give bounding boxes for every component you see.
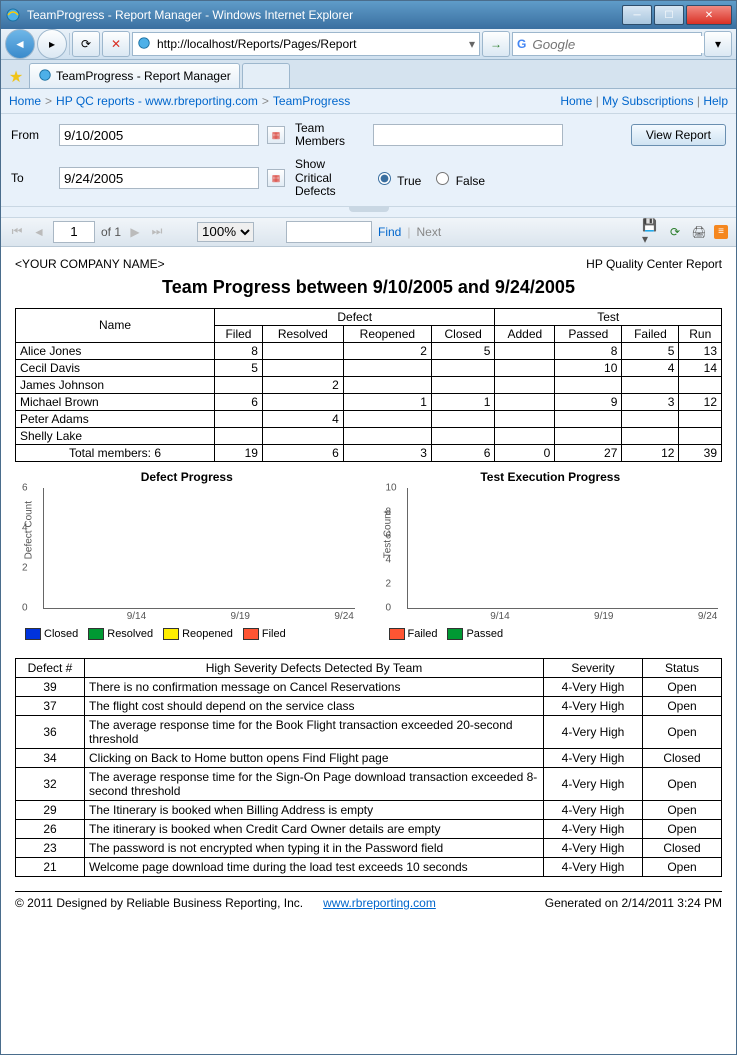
google-icon: G (517, 37, 526, 51)
table-row: 32The average response time for the Sign… (16, 768, 722, 801)
next-page-button[interactable]: ▶ (127, 224, 143, 240)
defects-table: Defect # High Severity Defects Detected … (15, 658, 722, 877)
prev-page-button[interactable]: ◄ (31, 224, 47, 240)
tab-title: TeamProgress - Report Manager (56, 69, 231, 83)
search-input[interactable] (530, 36, 713, 53)
url-input[interactable] (155, 36, 465, 52)
table-row: James Johnson2 (16, 376, 722, 393)
from-label: From (11, 128, 51, 142)
report-footer: © 2011 Designed by Reliable Business Rep… (15, 891, 722, 910)
window-title: TeamProgress - Report Manager - Windows … (27, 8, 622, 22)
window-titlebar: TeamProgress - Report Manager - Windows … (1, 1, 736, 29)
link-subscriptions[interactable]: My Subscriptions (602, 94, 693, 108)
maximize-button[interactable]: ☐ (654, 5, 684, 25)
tab-bar: ★ TeamProgress - Report Manager (1, 60, 736, 89)
browser-navbar: ◄ ▸ ⟳ ✕ ▾ → G ▾ (1, 29, 736, 60)
page-input[interactable] (53, 221, 95, 243)
go-button[interactable]: → (482, 31, 510, 57)
crit-radios: True False (373, 169, 563, 188)
radio-true[interactable] (378, 172, 391, 185)
refresh-icon[interactable]: ⟳ (666, 223, 684, 241)
table-row: Alice Jones8258513 (16, 342, 722, 359)
stop-button[interactable]: ✕ (102, 31, 130, 57)
search-dropdown[interactable]: ▾ (704, 31, 732, 57)
parameter-panel: From ▦ Team Members View Report To ▦ Sho… (1, 114, 736, 207)
address-bar[interactable]: ▾ (132, 32, 480, 56)
view-report-button[interactable]: View Report (631, 124, 726, 146)
radio-false[interactable] (436, 172, 449, 185)
dropdown-icon[interactable]: ▾ (469, 37, 475, 51)
table-row: 36The average response time for the Book… (16, 716, 722, 749)
col-test: Test (495, 308, 722, 325)
from-input[interactable] (59, 124, 259, 146)
totals-label: Total members: 6 (16, 444, 215, 461)
last-page-button[interactable]: ⏭ (149, 224, 165, 240)
to-input[interactable] (59, 167, 259, 189)
table-row: 21Welcome page download time during the … (16, 858, 722, 877)
defect-chart: Defect Progress Defect Count 0246 9/149/… (15, 470, 359, 640)
col-name: Name (16, 308, 215, 342)
ie-tab-icon (38, 68, 52, 85)
crumb-last: TeamProgress (273, 94, 350, 108)
crit-label: Show Critical Defects (295, 158, 365, 198)
report-source: HP Quality Center Report (586, 257, 722, 271)
table-row: 23The password is not encrypted when typ… (16, 839, 722, 858)
export-icon[interactable]: 💾▾ (642, 223, 660, 241)
report-title: Team Progress between 9/10/2005 and 9/24… (15, 277, 722, 298)
col-defect: Defect (215, 308, 495, 325)
calendar-icon[interactable]: ▦ (267, 126, 285, 144)
report-body: <YOUR COMPANY NAME> HP Quality Center Re… (1, 247, 736, 1054)
table-row: 29The Itinerary is booked when Billing A… (16, 801, 722, 820)
favorites-icon[interactable]: ★ (5, 66, 27, 88)
table-row: 39There is no confirmation message on Ca… (16, 678, 722, 697)
footer-link[interactable]: www.rbreporting.com (323, 896, 436, 910)
tab-active[interactable]: TeamProgress - Report Manager (29, 63, 240, 88)
zoom-select[interactable]: 100% (197, 222, 254, 242)
minimize-button[interactable]: ─ (622, 5, 652, 25)
ie-page-icon (137, 36, 151, 53)
first-page-button[interactable]: ⏮ (9, 224, 25, 240)
calendar-icon[interactable]: ▦ (267, 169, 285, 187)
forward-button[interactable]: ▸ (37, 29, 67, 59)
table-row: 26The itinerary is booked when Credit Ca… (16, 820, 722, 839)
link-home[interactable]: Home (560, 94, 592, 108)
new-tab-button[interactable] (242, 63, 290, 88)
test-chart: Test Execution Progress Test Count 02468… (379, 470, 723, 640)
collapse-handle[interactable] (1, 207, 736, 218)
table-row: 34Clicking on Back to Home button opens … (16, 749, 722, 768)
close-button[interactable]: ✕ (686, 5, 732, 25)
link-help[interactable]: Help (703, 94, 728, 108)
next-link[interactable]: Next (416, 225, 441, 239)
print-icon[interactable]: 🖨 (690, 223, 708, 241)
progress-table: Name Defect Test Filed Resolved Reopened… (15, 308, 722, 462)
team-input[interactable] (373, 124, 563, 146)
find-input[interactable] (286, 221, 372, 243)
table-row: 37The flight cost should depend on the s… (16, 697, 722, 716)
table-row: Michael Brown6119312 (16, 393, 722, 410)
feed-icon[interactable]: ≡ (714, 225, 728, 239)
ie-icon (5, 7, 21, 23)
refresh-button[interactable]: ⟳ (72, 31, 100, 57)
page-of-label: of 1 (101, 225, 121, 239)
company-name: <YOUR COMPANY NAME> (15, 257, 165, 271)
to-label: To (11, 171, 51, 185)
table-row: Shelly Lake (16, 427, 722, 444)
table-row: Cecil Davis510414 (16, 359, 722, 376)
search-bar[interactable]: G (512, 32, 702, 56)
report-toolbar: ⏮ ◄ of 1 ▶ ⏭ 100% Find | Next 💾▾ ⟳ 🖨 ≡ (1, 218, 736, 247)
find-link[interactable]: Find (378, 225, 401, 239)
breadcrumb: Home > HP QC reports - www.rbreporting.c… (1, 89, 736, 114)
back-button[interactable]: ◄ (5, 29, 35, 59)
table-row: Peter Adams4 (16, 410, 722, 427)
crumb-home[interactable]: Home (9, 94, 41, 108)
team-label: Team Members (295, 122, 365, 148)
crumb-mid[interactable]: HP QC reports - www.rbreporting.com (56, 94, 258, 108)
